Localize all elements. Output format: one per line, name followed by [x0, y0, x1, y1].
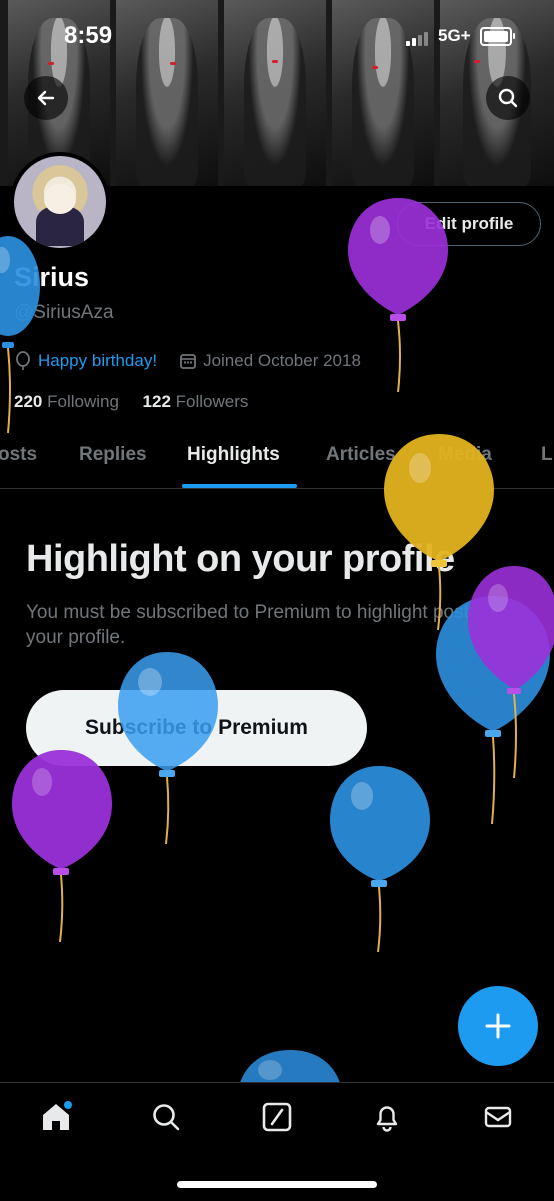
tab-posts[interactable]: osts [0, 444, 37, 466]
search-icon [153, 1104, 180, 1131]
back-arrow-icon [37, 90, 55, 106]
mail-icon [484, 1106, 512, 1128]
tab-replies[interactable]: Replies [79, 444, 147, 466]
follow-stats: 220 Following 122 Followers [14, 392, 248, 412]
status-bar: 8:59 5G+ [0, 0, 554, 72]
avatar[interactable] [10, 152, 110, 252]
back-button[interactable] [24, 76, 68, 120]
compose-button[interactable] [458, 986, 538, 1066]
home-icon [43, 1101, 72, 1130]
tab-media[interactable]: Media [438, 444, 492, 466]
highlights-description: You must be subscribed to Premium to hig… [26, 602, 505, 648]
bell-icon [376, 1106, 398, 1132]
nav-notifications[interactable] [362, 1101, 412, 1133]
balloon-icon [16, 351, 30, 370]
followers-count: 122 [142, 392, 171, 411]
balloon-purple [12, 750, 112, 943]
profile-meta: Happy birthday! Joined October 2018 [14, 351, 361, 371]
active-tab-indicator [182, 484, 297, 488]
following-link[interactable]: 220 Following [14, 392, 119, 411]
profile-name: Sirius [14, 262, 90, 292]
nav-messages[interactable] [473, 1101, 523, 1133]
status-time: 8:59 [64, 22, 113, 49]
home-indicator [177, 1181, 377, 1188]
nav-grok[interactable] [252, 1101, 302, 1133]
plus-icon [485, 1013, 511, 1039]
search-icon [498, 88, 518, 108]
nav-search[interactable] [141, 1101, 191, 1133]
search-button[interactable] [486, 76, 530, 120]
profile-tabs: osts Replies Highlights Articles Media L [0, 430, 554, 489]
highlights-title: Highlight on your profile [26, 538, 455, 580]
tab-likes[interactable]: L [541, 444, 553, 466]
nav-home[interactable] [31, 1101, 81, 1133]
network-type: 5G+ [438, 26, 471, 45]
followers-link[interactable]: 122 Followers [143, 392, 249, 411]
tab-highlights[interactable]: Highlights [187, 444, 280, 466]
joined-date: Joined October 2018 [203, 351, 361, 370]
subscribe-premium-button[interactable]: Subscribe to Premium [26, 690, 367, 766]
edit-profile-button[interactable]: Edit profile [397, 202, 541, 246]
balloon-purple [468, 566, 554, 779]
balloon-blue [330, 766, 430, 953]
followers-label: Followers [175, 392, 249, 411]
birthday-link[interactable]: Happy birthday! [38, 351, 157, 371]
battery-icon [480, 27, 515, 46]
following-count: 220 [14, 392, 43, 411]
following-label: Following [47, 392, 119, 411]
tab-articles[interactable]: Articles [326, 444, 396, 466]
profile-handle: @SiriusAza [14, 302, 114, 323]
signal-icon [406, 28, 430, 46]
calendar-icon [180, 354, 196, 369]
grok-icon [262, 1102, 292, 1132]
